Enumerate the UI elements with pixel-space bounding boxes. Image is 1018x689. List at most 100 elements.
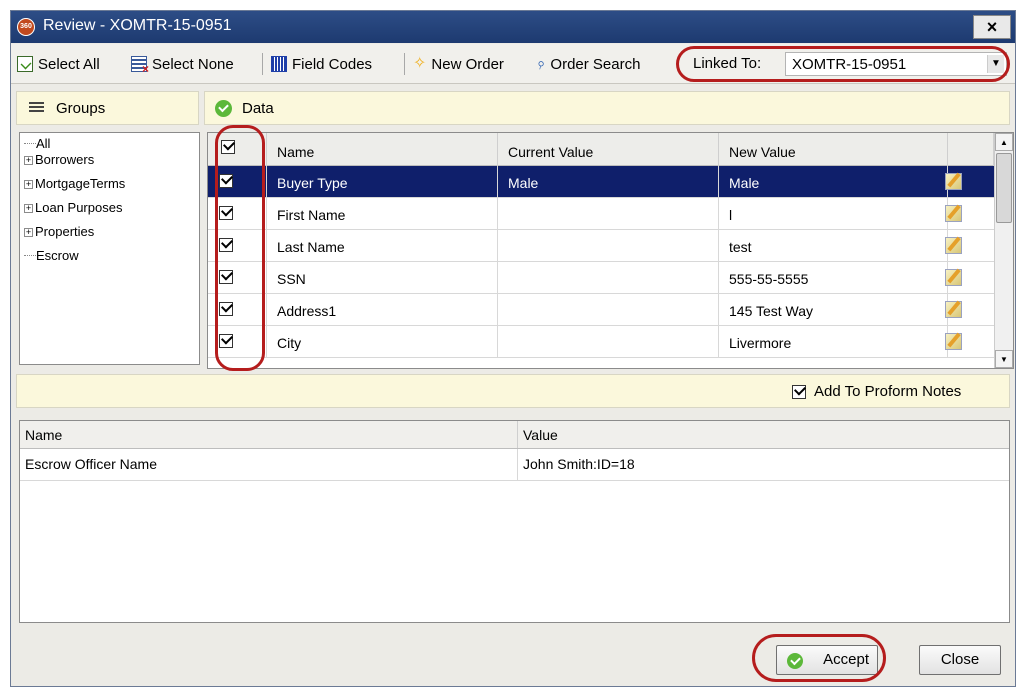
select-all-icon [17, 56, 33, 72]
row-checkbox[interactable] [219, 270, 233, 284]
row-checkbox-cell [208, 230, 267, 261]
row-name: SSN [267, 262, 498, 293]
expand-icon[interactable]: + [24, 204, 33, 213]
edit-icon[interactable] [945, 173, 962, 190]
order-search-button[interactable]: ⌕ Order Search [533, 53, 641, 75]
edit-icon[interactable] [945, 269, 962, 286]
row-checkbox[interactable] [219, 302, 233, 316]
edit-icon[interactable] [945, 237, 962, 254]
row-checkbox[interactable] [219, 206, 233, 220]
table-row[interactable]: Escrow Officer Name John Smith:ID=18 [20, 449, 1009, 481]
table-row[interactable]: City Livermore [208, 326, 994, 358]
header-checkbox-cell[interactable] [208, 133, 267, 166]
review-window: 360 Review - XOMTR-15-0951 × Select All … [10, 10, 1016, 687]
detail-value: John Smith:ID=18 [523, 456, 635, 472]
tree-line [24, 143, 36, 144]
tree-item-all[interactable]: All [20, 136, 50, 152]
linked-to-dropdown[interactable]: XOMTR-15-0951 ▼ [785, 52, 1007, 76]
linked-to-value: XOMTR-15-0951 [792, 56, 907, 73]
details-grid-header: Name Value [20, 421, 1009, 449]
table-row[interactable]: SSN 555-55-5555 [208, 262, 994, 294]
list-icon [29, 102, 44, 114]
tree-item-properties[interactable]: + Properties [20, 224, 94, 240]
expand-icon[interactable]: + [24, 156, 33, 165]
accept-label: Accept [823, 651, 869, 668]
row-name: Buyer Type [267, 166, 498, 197]
expand-icon[interactable]: + [24, 180, 33, 189]
window-title: Review - XOMTR-15-0951 [43, 17, 232, 34]
row-new-value: test [719, 230, 948, 261]
row-name: Address1 [267, 294, 498, 325]
accept-button[interactable]: Accept [776, 645, 878, 675]
scroll-up-icon[interactable]: ▲ [995, 133, 1013, 151]
column-header-name[interactable]: Name [20, 421, 518, 448]
row-checkbox[interactable] [219, 334, 233, 348]
close-window-button[interactable]: × [973, 15, 1011, 39]
linked-to-group: Linked To: XOMTR-15-0951 ▼ [683, 49, 1011, 79]
scroll-down-icon[interactable]: ▼ [995, 350, 1013, 368]
field-codes-button[interactable]: Field Codes [271, 53, 372, 75]
title-bar[interactable]: 360 Review - XOMTR-15-0951 × [11, 11, 1015, 43]
groups-tree: All + Borrowers + MortgageTerms + Loan Purp… [19, 132, 200, 365]
tree-item-escrow[interactable]: Escrow [20, 248, 79, 264]
field-codes-icon [271, 56, 287, 72]
select-all-button[interactable]: Select All [17, 53, 100, 75]
data-header: Data [204, 91, 1010, 125]
detail-name: Escrow Officer Name [20, 449, 518, 480]
select-none-button[interactable]: Select None [131, 53, 234, 76]
row-new-value: Livermore [719, 326, 948, 357]
tree-item-label: MortgageTerms [35, 176, 126, 191]
scroll-thumb[interactable] [996, 153, 1012, 223]
row-current-value [498, 294, 719, 325]
select-none-icon [131, 56, 149, 76]
tree-item-label: Escrow [36, 248, 79, 263]
edit-icon[interactable] [945, 333, 962, 350]
proform-notes-bar: Add To Proform Notes [16, 374, 1010, 408]
table-row[interactable]: Last Name test [208, 230, 994, 262]
tree-item-borrowers[interactable]: + Borrowers [20, 152, 94, 168]
chevron-down-icon[interactable]: ▼ [987, 55, 1004, 73]
tree-line [24, 255, 36, 256]
edit-icon[interactable] [945, 205, 962, 222]
details-grid: Name Value Escrow Officer Name John Smit… [19, 420, 1010, 623]
table-row[interactable]: Address1 145 Test Way [208, 294, 994, 326]
data-grid-header: Name Current Value New Value [208, 133, 994, 166]
row-checkbox[interactable] [219, 174, 233, 188]
tree-item-label: Properties [35, 224, 95, 239]
edit-icon[interactable] [945, 301, 962, 318]
data-grid-scrollbar[interactable]: ▲ ▼ [994, 133, 1013, 368]
row-checkbox-cell [208, 198, 267, 229]
field-codes-label: Field Codes [292, 55, 373, 73]
groups-header: Groups [16, 91, 199, 125]
groups-title: Groups [56, 99, 106, 117]
select-none-label: Select None [152, 55, 234, 73]
row-name: Last Name [267, 230, 498, 261]
column-header-value[interactable]: Value [518, 421, 1009, 448]
new-order-button[interactable]: ✧ New Order [413, 53, 504, 75]
toolbar-separator [404, 53, 405, 75]
row-name: First Name [267, 198, 498, 229]
new-order-label: New Order [431, 55, 504, 73]
column-header-name[interactable]: Name [267, 133, 498, 166]
tree-item-loan-purposes[interactable]: + Loan Purposes [20, 200, 122, 216]
add-to-proform-notes-checkbox[interactable] [792, 385, 806, 399]
row-checkbox-cell [208, 262, 267, 293]
check-circle-icon [787, 653, 803, 669]
order-search-label: Order Search [550, 55, 641, 73]
new-order-star-icon: ✧ [413, 55, 427, 72]
tree-item-label: All [36, 136, 51, 151]
row-checkbox[interactable] [219, 238, 233, 252]
app-logo-icon: 360 [17, 18, 35, 36]
table-row[interactable]: Buyer Type Male Male [208, 166, 994, 198]
toolbar: Select All Select None Field Codes ✧ New… [11, 44, 1015, 84]
row-checkbox-cell [208, 294, 267, 325]
data-grid: Name Current Value New Value Buyer Type … [207, 132, 1014, 369]
column-header-current-value[interactable]: Current Value [498, 133, 719, 166]
close-button[interactable]: Close [919, 645, 1001, 675]
table-row[interactable]: First Name l [208, 198, 994, 230]
select-all-checkbox[interactable] [221, 140, 235, 154]
column-header-new-value[interactable]: New Value [719, 133, 948, 166]
expand-icon[interactable]: + [24, 228, 33, 237]
tree-item-mortgageterms[interactable]: + MortgageTerms [20, 176, 125, 192]
add-to-proform-notes-label[interactable]: Add To Proform Notes [814, 383, 961, 400]
